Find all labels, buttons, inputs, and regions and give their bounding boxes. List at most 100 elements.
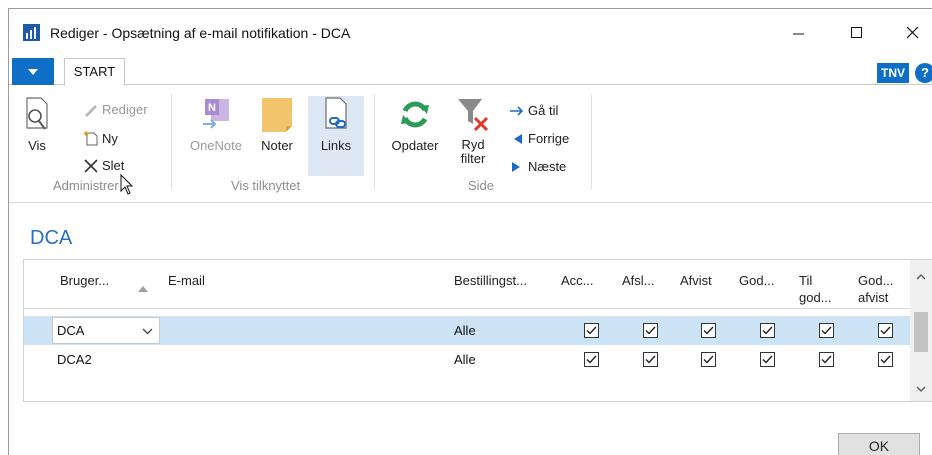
ny-label: Ny (102, 130, 118, 146)
view-document-icon (26, 97, 48, 130)
clear-filter-icon (458, 99, 489, 132)
column-header-god-afvist-line1: God... (858, 273, 894, 288)
ryd-filter-label-2: filter (460, 151, 486, 166)
link-document-icon (325, 97, 347, 129)
naeste-button[interactable]: Næste (509, 159, 566, 174)
page-title: DCA (30, 227, 73, 249)
checkbox-checked[interactable] (701, 352, 716, 367)
ga-til-button[interactable]: Gå til (509, 103, 558, 118)
ga-til-label: Gå til (528, 103, 559, 118)
pencil-icon (85, 104, 97, 117)
ryd-filter-label-1: Ryd (461, 137, 485, 152)
ribbon-tabstrip: START TNV ? (9, 57, 932, 86)
checkbox-checked[interactable] (819, 352, 834, 367)
forrige-button[interactable]: Forrige (509, 131, 569, 146)
svg-text:N: N (208, 102, 216, 114)
noter-button[interactable]: Noter (253, 96, 301, 153)
delete-x-icon (84, 158, 98, 173)
column-header-email[interactable]: E-mail (168, 272, 205, 289)
checkbox-checked[interactable] (643, 352, 658, 367)
table-row[interactable]: DCA2 Alle (24, 345, 910, 374)
links-button[interactable]: Links (308, 96, 364, 153)
new-document-icon (83, 131, 98, 146)
column-header-afvist[interactable]: Afvist (680, 272, 712, 289)
note-icon (262, 98, 292, 132)
ribbon-separator (591, 94, 592, 190)
checkbox-checked[interactable] (643, 323, 658, 338)
checkbox-checked[interactable] (584, 323, 599, 338)
checkbox-checked[interactable] (878, 352, 893, 367)
dropdown-triangle-icon (28, 68, 38, 75)
app-menu-button[interactable] (12, 58, 54, 85)
vis-label: Vis (28, 138, 46, 153)
triangle-left-icon (514, 133, 522, 144)
close-button[interactable] (891, 19, 932, 47)
checkbox-checked[interactable] (584, 352, 599, 367)
checkbox-checked[interactable] (760, 352, 775, 367)
group-label-vis-tilknyttet: Vis tilknyttet (231, 178, 301, 193)
rediger-button[interactable]: Rediger (83, 102, 148, 117)
window-title: Rediger - Opsætning af e-mail notifikati… (50, 25, 351, 41)
column-header-bestilling[interactable]: Bestillingst... (454, 272, 527, 289)
forrige-label: Forrige (528, 131, 570, 146)
cell-bruger: DCA2 (57, 352, 92, 367)
cell-bestilling[interactable]: Alle (454, 316, 476, 345)
maximize-button[interactable] (835, 19, 879, 47)
table-row[interactable]: DCA Alle (24, 316, 910, 345)
app-window: Rediger - Opsætning af e-mail notifikati… (8, 8, 932, 455)
tab-start[interactable]: START (64, 58, 125, 86)
sort-ascending-icon (138, 286, 148, 292)
scroll-down-icon[interactable] (916, 386, 926, 392)
user-badge[interactable]: TNV (877, 63, 909, 83)
ribbon: Vis Rediger Ny Slet Administrer N OneNot… (9, 86, 932, 203)
triangle-right-icon (512, 161, 520, 172)
column-header-bruger[interactable]: Bruger... (60, 272, 109, 289)
title-bar: Rediger - Opsætning af e-mail notifikati… (9, 9, 932, 49)
slet-button[interactable]: Slet (83, 158, 124, 173)
vis-button[interactable]: Vis (19, 96, 55, 153)
links-label: Links (320, 138, 352, 153)
ok-button[interactable]: OK (838, 433, 920, 455)
chevron-down-icon[interactable] (142, 328, 153, 335)
checkbox-checked[interactable] (760, 323, 775, 338)
opdater-button[interactable]: Opdater (385, 96, 445, 153)
arrow-right-icon (510, 105, 524, 116)
checkbox-checked[interactable] (819, 323, 834, 338)
slet-label: Slet (102, 158, 125, 173)
column-header-god-afvist[interactable]: God... afvist (858, 272, 893, 306)
help-icon[interactable]: ? (915, 63, 932, 83)
group-label-side: Side (468, 178, 495, 193)
vertical-scrollbar[interactable] (910, 260, 932, 401)
refresh-icon (401, 101, 429, 128)
scrollbar-thumb[interactable] (914, 312, 928, 352)
column-header-til-god[interactable]: Til god... (799, 272, 832, 306)
onenote-label: OneNote (189, 138, 243, 153)
noter-label: Noter (261, 138, 293, 153)
chart-logo-icon (23, 24, 40, 41)
scroll-up-icon[interactable] (916, 274, 926, 280)
cell-bestilling[interactable]: Alle (454, 345, 476, 374)
group-label-administrer: Administrer (53, 178, 119, 193)
rediger-label: Rediger (102, 102, 148, 117)
minimize-button[interactable] (777, 19, 821, 47)
ribbon-separator (171, 94, 172, 190)
checkbox-checked[interactable] (701, 323, 716, 338)
ny-button[interactable]: Ny (83, 130, 118, 146)
column-header-til-god-line1: Til (799, 273, 813, 288)
minimize-icon (793, 33, 804, 35)
cell-bruger: DCA (57, 323, 85, 338)
onenote-icon: N (203, 99, 229, 129)
checkbox-checked[interactable] (878, 323, 893, 338)
close-icon (907, 27, 919, 39)
column-header-god[interactable]: God... (739, 272, 774, 289)
column-header-god-afvist-line2: afvist (858, 290, 889, 305)
ribbon-separator (374, 94, 375, 190)
mouse-cursor-icon (120, 174, 134, 195)
column-header-acc[interactable]: Acc... (561, 272, 594, 289)
grid-header: Bruger... E-mail Bestillingst... Acc... … (24, 260, 910, 309)
naeste-label: Næste (528, 159, 567, 174)
ryd-filter-button[interactable]: Ryd filter (451, 96, 495, 166)
column-header-afsl[interactable]: Afsl... (622, 272, 655, 289)
onenote-button[interactable]: N OneNote (183, 96, 249, 153)
notification-grid: Bruger... E-mail Bestillingst... Acc... … (23, 259, 932, 402)
